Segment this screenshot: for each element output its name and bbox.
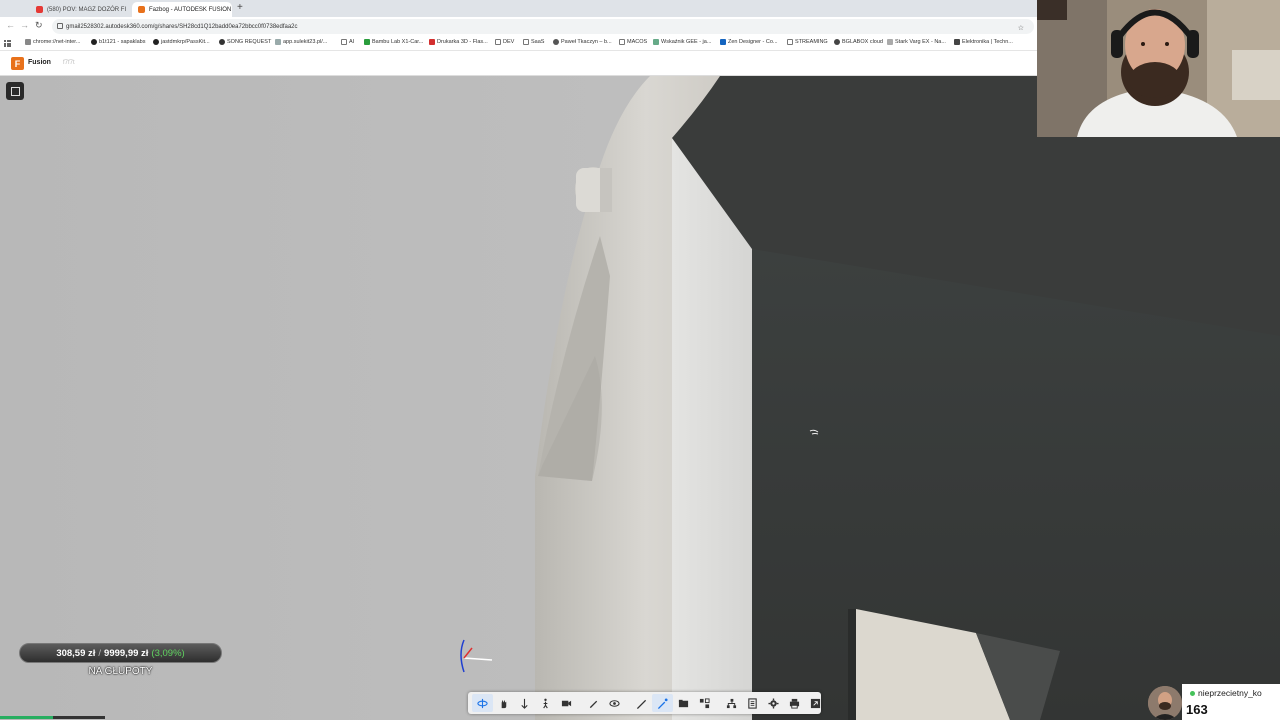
tab-title: Fazbog - AUTODESK FUSION [149, 6, 232, 13]
pen-icon[interactable] [583, 694, 604, 712]
follower-name: nieprzecietny_ko [1190, 688, 1262, 698]
bookmark[interactable]: Stark Varg EX - Na... [887, 39, 946, 45]
reload-icon[interactable]: ↻ [35, 20, 43, 31]
bookmark[interactable]: Bambu Lab X1-Car... [364, 39, 423, 45]
url-bar[interactable]: gmail2528302.autodesk360.com/g/shares/SH… [52, 19, 1034, 34]
back-icon[interactable]: ← [6, 20, 15, 30]
view-tools [583, 694, 625, 712]
fusion-logo-icon[interactable]: F [11, 57, 24, 70]
zoom-icon[interactable] [514, 694, 535, 712]
bookmark-folder[interactable]: MACOS [619, 39, 647, 45]
camera-icon[interactable] [556, 694, 577, 712]
forward-icon[interactable]: → [20, 20, 29, 30]
webcam-overlay [1037, 0, 1280, 137]
active-markup-icon[interactable] [652, 694, 673, 712]
cube-icon [10, 86, 20, 96]
orbit-icon[interactable] [472, 694, 493, 712]
bookmark[interactable]: b1t121 - sapaklabs [91, 39, 145, 45]
bookmark-folder[interactable]: SaaS [523, 39, 544, 45]
apps-icon[interactable] [4, 40, 11, 47]
budget-current: 308,59 zł [56, 647, 96, 659]
budget-target: 9999,99 zł [104, 647, 149, 659]
budget-percent: (3,09%) [151, 647, 185, 659]
properties-icon[interactable] [742, 694, 763, 712]
viewer-toolbar [468, 692, 821, 714]
bookmark[interactable]: Zen Designer - Co... [720, 39, 778, 45]
bookmark-folder[interactable]: AI [341, 39, 354, 45]
streamer-video [1037, 0, 1280, 137]
pan-icon[interactable] [493, 694, 514, 712]
follower-avatar [1148, 686, 1182, 720]
3d-model-view[interactable] [0, 76, 1280, 720]
bookmark[interactable]: Drukarka 3D - Flas... [429, 39, 488, 45]
bookmark-folder[interactable]: STREAMING [787, 39, 828, 45]
navigation-tools [472, 694, 577, 712]
panel-tools [721, 694, 826, 712]
markup-icon[interactable] [631, 694, 652, 712]
tab-fusion[interactable]: Fazbog - AUTODESK FUSION ✕ [132, 2, 232, 17]
bookmark[interactable]: jastdmkrp/PassKit... [153, 39, 210, 45]
url-text: gmail2528302.autodesk360.com/g/shares/SH… [66, 23, 298, 30]
walk-icon[interactable] [535, 694, 556, 712]
model-tree-icon[interactable] [721, 694, 742, 712]
fusion-icon [138, 6, 145, 13]
fullscreen-icon[interactable] [805, 694, 826, 712]
follower-widget: nieprzecietny_ko 163 [1148, 684, 1280, 720]
stream-progress-fill [0, 716, 53, 719]
lock-icon [57, 23, 63, 29]
bookmark[interactable]: Elektronika | Techn... [954, 39, 1013, 45]
bookmarks-bar: chrome://net-inter... b1t121 - sapaklabs… [0, 36, 1037, 51]
fusion-viewport[interactable] [0, 76, 1280, 720]
file-name: f7f7t [63, 60, 75, 66]
fusion-header: F Fusion f7f7t [0, 52, 1037, 76]
tab-title: (580) POV: MAGZ DOZÓR FI [47, 6, 127, 13]
bookmark[interactable]: BGLABOX cloud [834, 39, 883, 45]
follower-count: 163 [1186, 702, 1208, 717]
budget-separator: / [98, 647, 102, 659]
bookmark[interactable]: Wskaźnik GEE - ja... [653, 39, 711, 45]
budget-label: NA GŁUPOTY [88, 666, 153, 677]
eye-icon[interactable] [604, 694, 625, 712]
bookmark[interactable]: SONG REQUEST [219, 39, 271, 45]
bookmark[interactable]: chrome://net-inter... [25, 39, 80, 45]
settings-icon[interactable] [763, 694, 784, 712]
bookmark[interactable]: Paweł Tkaczyn – b... [553, 39, 612, 45]
tab-youtube[interactable]: (580) POV: MAGZ DOZÓR FI ✕ [30, 2, 130, 17]
print-icon[interactable] [784, 694, 805, 712]
address-row: ← → ↻ gmail2528302.autodesk360.com/g/sha… [0, 17, 1037, 36]
browser-window: (580) POV: MAGZ DOZÓR FI ✕ Fazbog - AUTO… [0, 0, 1037, 76]
explode-icon[interactable] [694, 694, 715, 712]
screen: (580) POV: MAGZ DOZÓR FI ✕ Fazbog - AUTO… [0, 0, 1280, 720]
bookmark-folder[interactable]: DEV [495, 39, 514, 45]
budget-progress-bar: 308,59 zł / 9999,99 zł (3,09%) [19, 643, 222, 663]
viewcube-toggle-button[interactable] [6, 82, 24, 100]
youtube-icon [36, 6, 43, 13]
tab-bar: (580) POV: MAGZ DOZÓR FI ✕ Fazbog - AUTO… [0, 0, 1037, 17]
stream-progress-track [0, 716, 105, 719]
bookmark[interactable]: app.sulekit23.pl/... [275, 39, 327, 45]
plus-icon[interactable]: + [237, 2, 243, 13]
markup-tools [631, 694, 715, 712]
section-icon[interactable] [673, 694, 694, 712]
online-dot-icon [1190, 690, 1195, 696]
star-icon[interactable]: ☆ [1018, 24, 1024, 32]
app-name: Fusion [28, 59, 51, 66]
